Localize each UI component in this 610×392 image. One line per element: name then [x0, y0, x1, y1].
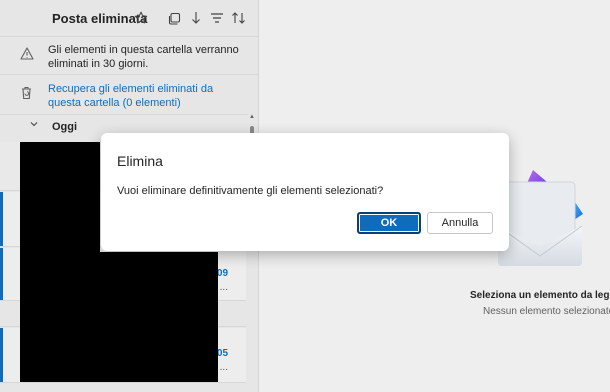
cancel-button[interactable]: Annulla	[427, 212, 493, 234]
sort-icon[interactable]	[187, 9, 205, 27]
select-icon[interactable]	[165, 9, 183, 27]
dialog-message: Vuoi eliminare definitivamente gli eleme…	[117, 185, 384, 197]
filter-icon[interactable]	[208, 9, 226, 27]
scroll-up-arrow-icon[interactable]: ▲	[249, 114, 255, 120]
warning-icon	[20, 47, 34, 63]
unread-indicator	[0, 248, 3, 300]
reading-pane-title: Seleziona un elemento da legge	[470, 290, 610, 301]
chevron-down-icon[interactable]	[30, 119, 38, 130]
unread-indicator	[0, 192, 3, 246]
reading-pane-subtitle: Nessun elemento selezionato	[483, 306, 610, 317]
recover-items-row[interactable]: Recupera gli elementi eliminati da quest…	[0, 74, 258, 115]
unread-indicator	[0, 328, 3, 382]
recover-items-link[interactable]: Recupera gli elementi eliminati da quest…	[48, 82, 248, 110]
retention-notice: Gli elementi in questa cartella verranno…	[0, 36, 258, 75]
recover-bin-icon	[20, 86, 33, 103]
dialog-title: Elimina	[117, 153, 163, 169]
group-label: Oggi	[52, 121, 78, 133]
ok-button[interactable]: OK	[357, 212, 421, 234]
redacted-area	[100, 252, 218, 382]
star-icon[interactable]	[132, 9, 150, 27]
delete-confirm-dialog: Elimina Vuoi eliminare definitivamente g…	[101, 133, 509, 251]
retention-text: Gli elementi in questa cartella verranno…	[48, 44, 239, 70]
mail-preview: ...	[219, 362, 228, 373]
folder-header: Posta eliminata	[0, 0, 258, 36]
sort-order-icon[interactable]	[230, 9, 248, 27]
mail-preview: ...	[219, 282, 228, 293]
redacted-area	[20, 142, 100, 382]
